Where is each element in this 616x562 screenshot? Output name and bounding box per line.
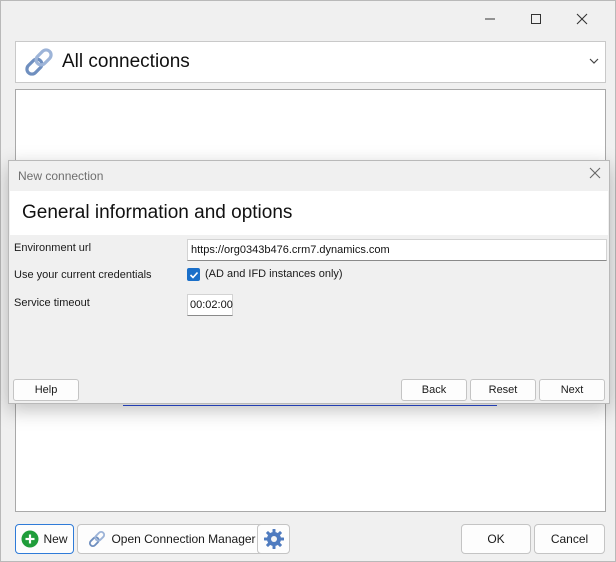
minimize-button[interactable] xyxy=(467,9,513,29)
open-connection-manager-label: Open Connection Manager xyxy=(111,532,256,546)
close-button[interactable] xyxy=(559,9,605,29)
plus-circle-icon xyxy=(21,530,39,548)
close-icon xyxy=(589,167,601,179)
window-controls xyxy=(467,9,605,29)
dialog-close-button[interactable] xyxy=(589,167,601,182)
reset-button-label: Reset xyxy=(488,384,518,396)
environment-url-value: https://org0343b476.crm7.dynamics.com xyxy=(191,244,390,256)
chain-link-icon xyxy=(25,48,53,76)
dialog-title: New connection xyxy=(18,169,104,183)
credentials-checkbox-text: (AD and IFD instances only) xyxy=(205,268,343,280)
maximize-button[interactable] xyxy=(513,9,559,29)
connection-selector[interactable]: All connections xyxy=(15,41,606,83)
ok-button[interactable]: OK xyxy=(461,524,531,554)
dialog-header: General information and options xyxy=(10,191,608,235)
dialog-heading: General information and options xyxy=(22,202,293,223)
chevron-down-icon xyxy=(589,58,599,64)
new-button-label: New xyxy=(43,532,68,546)
cancel-button-label: Cancel xyxy=(550,532,589,546)
credentials-label: Use your current credentials xyxy=(14,269,152,281)
minimize-icon xyxy=(485,18,495,20)
connection-selector-label: All connections xyxy=(62,51,190,72)
close-icon xyxy=(576,13,588,25)
maximize-icon xyxy=(531,14,541,24)
credentials-checkbox[interactable] xyxy=(187,268,200,281)
reset-button[interactable]: Reset xyxy=(470,379,536,401)
checkmark-icon xyxy=(189,271,198,279)
partially-hidden-link[interactable] xyxy=(123,404,497,406)
new-button[interactable]: New xyxy=(15,524,74,554)
cancel-button[interactable]: Cancel xyxy=(534,524,605,554)
service-timeout-label: Service timeout xyxy=(14,297,90,309)
bottom-toolbar: New Open Connection Manager OK Cancel xyxy=(15,524,605,554)
environment-url-input[interactable]: https://org0343b476.crm7.dynamics.com xyxy=(187,239,607,261)
help-button-label: Help xyxy=(34,384,58,396)
back-button[interactable]: Back xyxy=(401,379,467,401)
service-timeout-value: 00:02:00 xyxy=(190,299,233,311)
new-connection-dialog: New connection General information and o… xyxy=(8,160,610,404)
help-button[interactable]: Help xyxy=(13,379,79,401)
next-button-label: Next xyxy=(560,384,584,396)
back-button-label: Back xyxy=(421,384,447,396)
next-button[interactable]: Next xyxy=(539,379,605,401)
service-timeout-input[interactable]: 00:02:00 xyxy=(187,294,233,316)
gear-icon xyxy=(263,529,284,549)
chain-link-icon xyxy=(87,529,107,549)
settings-button[interactable] xyxy=(257,524,290,554)
open-connection-manager-button[interactable]: Open Connection Manager xyxy=(77,524,266,554)
environment-url-label: Environment url xyxy=(14,242,92,254)
ok-button-label: OK xyxy=(487,532,505,546)
